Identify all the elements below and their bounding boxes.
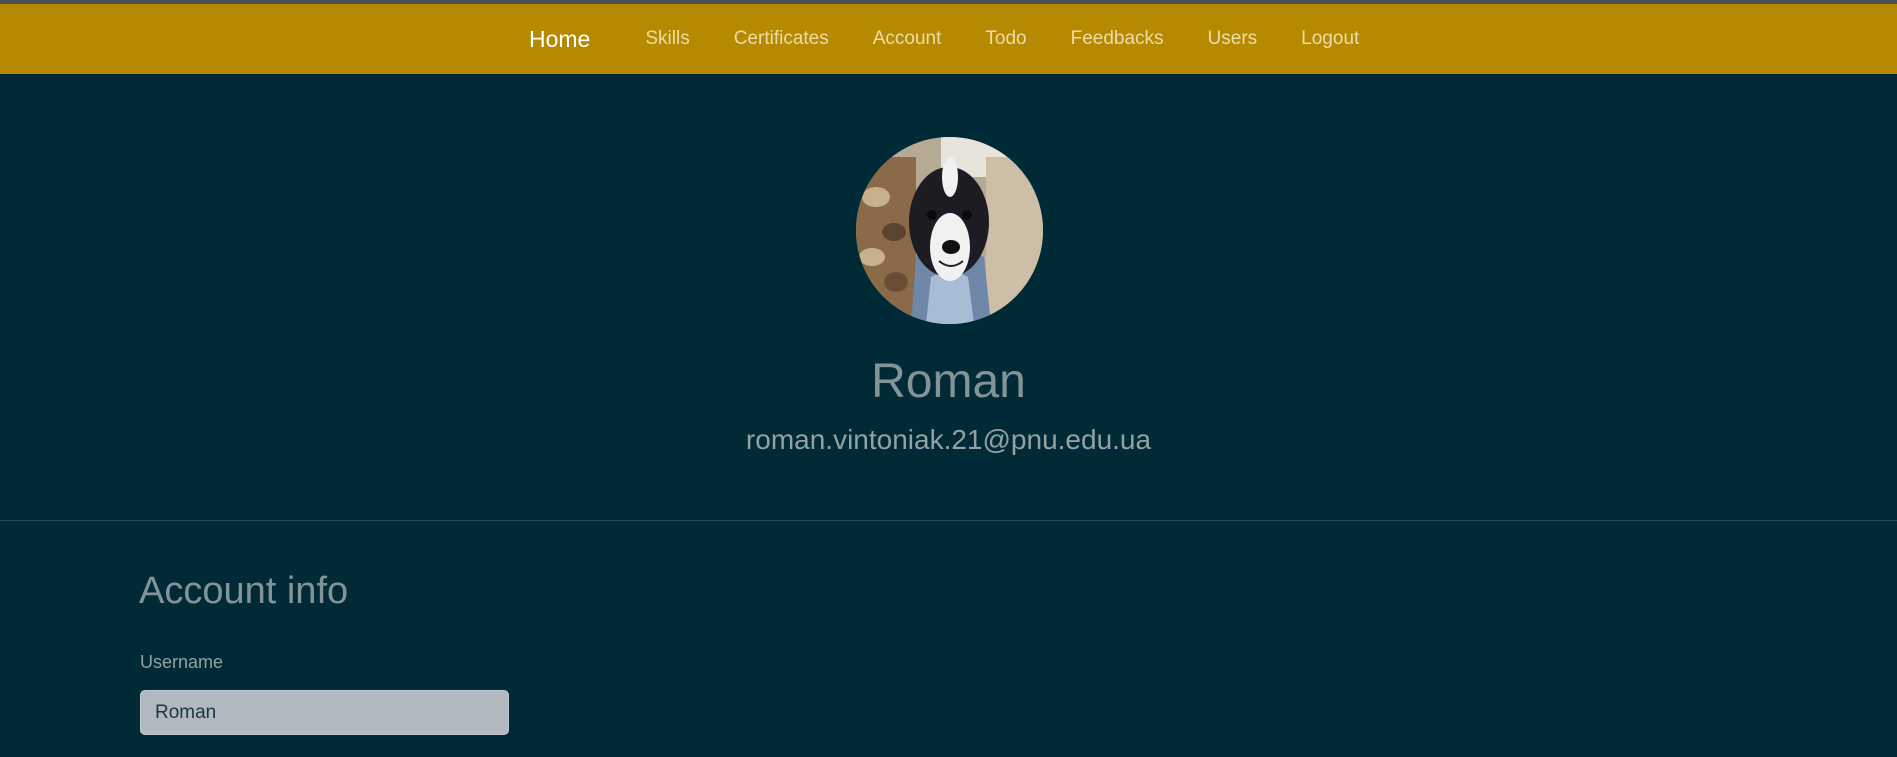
username-input[interactable]: [140, 690, 509, 735]
avatar: [856, 137, 1043, 324]
nav-menu: Home Skills Certificates Account Todo Fe…: [529, 4, 1359, 74]
account-info-title: Account info: [139, 570, 349, 612]
nav-skills-link[interactable]: Skills: [645, 28, 689, 50]
profile-header: Roman roman.vintoniak.21@pnu.edu.ua: [0, 74, 1897, 520]
profile-name: Roman: [871, 355, 1026, 408]
dog-photo-icon: [856, 137, 1043, 324]
nav-logout-link[interactable]: Logout: [1301, 28, 1359, 50]
nav-users-link[interactable]: Users: [1208, 28, 1258, 50]
nav-certificates-link[interactable]: Certificates: [734, 28, 829, 50]
nav-todo-link[interactable]: Todo: [985, 28, 1026, 50]
nav-home-link[interactable]: Home: [529, 26, 590, 53]
navbar: Home Skills Certificates Account Todo Fe…: [0, 4, 1897, 74]
username-label: Username: [140, 652, 224, 672]
profile-email: roman.vintoniak.21@pnu.edu.ua: [745, 424, 1152, 455]
nav-feedbacks-link[interactable]: Feedbacks: [1071, 28, 1164, 50]
nav-account-link[interactable]: Account: [873, 28, 942, 50]
section-divider: [0, 520, 1897, 521]
